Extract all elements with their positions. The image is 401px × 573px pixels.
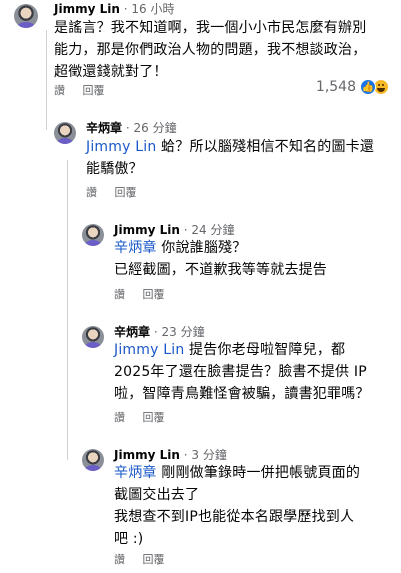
meta-separator: · bbox=[183, 448, 188, 462]
reply-button[interactable]: 回覆 bbox=[143, 411, 165, 424]
comment-line: 能力，那是你們政治人物的問題，我不想談政治， bbox=[54, 42, 367, 58]
comment-line: 蛤？所以腦殘相信不知名的圖卡還 bbox=[156, 139, 375, 155]
author-name[interactable]: 辛炳章 bbox=[86, 121, 122, 135]
comment-line: 你說誰腦殘？ bbox=[156, 240, 247, 256]
comment-meta: Jimmy Lin · 3 分鐘 bbox=[114, 447, 227, 463]
reply-button[interactable]: 回覆 bbox=[115, 186, 137, 199]
avatar-jimmy-lin[interactable] bbox=[14, 4, 38, 28]
like-button[interactable]: 讚 bbox=[114, 411, 125, 424]
comment-actions: 讚 回覆 bbox=[114, 288, 179, 302]
avatar-jimmy-lin[interactable] bbox=[82, 449, 104, 471]
comment-text: 辛炳章 你說誰腦殘？ 已經截圖，不道歉我等等就去提告 bbox=[114, 237, 396, 281]
comment-line: 啦，智障青鳥難怪會被騙，讀書犯罪嗎？ bbox=[114, 386, 370, 402]
comment-time[interactable]: 23 分鐘 bbox=[162, 325, 205, 339]
comment-time[interactable]: 26 分鐘 bbox=[134, 121, 177, 135]
comment-text: Jimmy Lin 提告你老母啦智障兒，都 2025年了還在臉書提告？臉書不提供… bbox=[114, 339, 399, 405]
comment-text: 辛炳章 剛剛做筆錄時一併把帳號頁面的 截圖交出去了 我想查不到IP也能從本名跟學… bbox=[114, 462, 399, 550]
thread-line-vertical-main bbox=[67, 160, 68, 460]
like-button[interactable]: 讚 bbox=[86, 186, 97, 199]
comment-line: 吧 :) bbox=[114, 531, 144, 547]
comment-meta: 辛炳章 · 23 分鐘 bbox=[114, 324, 205, 340]
comment-line: 2025年了還在臉書提告？臉書不提供 IP bbox=[114, 364, 367, 380]
comment-time[interactable]: 24 分鐘 bbox=[191, 223, 234, 237]
comment-line: 我想查不到IP也能從本名跟學歷找到人 bbox=[114, 509, 355, 525]
mention-link[interactable]: 辛炳章 bbox=[114, 465, 157, 481]
comment-meta: Jimmy Lin · 16 小時 bbox=[54, 1, 174, 17]
reaction-count: 1,548 bbox=[315, 79, 356, 95]
thread-line-vertical-left bbox=[46, 30, 47, 130]
author-name[interactable]: Jimmy Lin bbox=[54, 2, 120, 16]
comment-meta: Jimmy Lin · 24 分鐘 bbox=[114, 222, 234, 238]
comment-actions: 讚 回覆 bbox=[54, 84, 119, 98]
avatar-xin-bing-zhang[interactable] bbox=[54, 122, 76, 144]
comment-line: 提告你老母啦智障兒，都 bbox=[184, 342, 346, 358]
comment-text: 是謠言？我不知道啊，我一個小小市民怎麼有辦別 能力，那是你們政治人物的問題，我不… bbox=[54, 17, 394, 83]
like-button[interactable]: 讚 bbox=[114, 288, 125, 301]
meta-separator: · bbox=[125, 121, 130, 135]
author-name[interactable]: 辛炳章 bbox=[114, 325, 150, 339]
comment-line: 截圖交出去了 bbox=[114, 487, 200, 503]
mention-link[interactable]: 辛炳章 bbox=[114, 240, 157, 256]
meta-separator: · bbox=[123, 2, 128, 16]
meta-separator: · bbox=[183, 223, 188, 237]
comment-meta: 辛炳章 · 26 分鐘 bbox=[86, 120, 177, 136]
reply-button[interactable]: 回覆 bbox=[143, 553, 165, 566]
like-icon: 👍 bbox=[360, 79, 376, 95]
comment-actions: 讚 回覆 bbox=[114, 553, 179, 567]
like-button[interactable]: 讚 bbox=[114, 553, 125, 566]
mention-link[interactable]: Jimmy Lin bbox=[86, 139, 156, 155]
avatar-jimmy-lin[interactable] bbox=[82, 224, 104, 246]
like-button[interactable]: 讚 bbox=[54, 84, 65, 97]
comment-actions: 讚 回覆 bbox=[86, 186, 151, 200]
meta-separator: · bbox=[153, 325, 158, 339]
reply-button[interactable]: 回覆 bbox=[143, 288, 165, 301]
comment-text: Jimmy Lin 蛤？所以腦殘相信不知名的圖卡還 能驕傲？ bbox=[86, 136, 396, 180]
reaction-summary[interactable]: 1,548 👍 bbox=[316, 79, 389, 95]
comment-actions: 讚 回覆 bbox=[114, 411, 179, 425]
comment-line: 已經截圖，不道歉我等等就去提告 bbox=[114, 262, 327, 278]
comment-time[interactable]: 16 小時 bbox=[131, 2, 174, 16]
author-name[interactable]: Jimmy Lin bbox=[114, 223, 180, 237]
author-name[interactable]: Jimmy Lin bbox=[114, 448, 180, 462]
reply-button[interactable]: 回覆 bbox=[83, 84, 105, 97]
mention-link[interactable]: Jimmy Lin bbox=[114, 342, 184, 358]
comment-line: 是謠言？我不知道啊，我一個小小市民怎麼有辦別 bbox=[54, 20, 367, 36]
comment-time[interactable]: 3 分鐘 bbox=[191, 448, 226, 462]
avatar-xin-bing-zhang[interactable] bbox=[82, 326, 104, 348]
comment-line: 能驕傲？ bbox=[86, 161, 143, 177]
comment-line: 剛剛做筆錄時一併把帳號頁面的 bbox=[156, 465, 361, 481]
